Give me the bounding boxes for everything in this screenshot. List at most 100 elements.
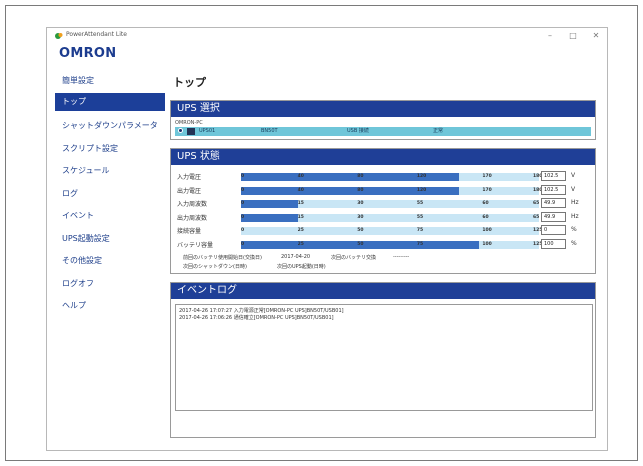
meter-unit: V	[571, 185, 576, 193]
battery-replace-label: 次回のバッテリ交換	[331, 255, 377, 261]
meter-tick: 40	[297, 187, 304, 193]
meter-label: 出力周波数	[177, 214, 208, 222]
battery-replace-value: ---------	[393, 254, 410, 260]
meter-unit: V	[571, 172, 576, 179]
close-button[interactable]: ✕	[590, 30, 602, 41]
sidebar-item-ups-startup[interactable]: UPS起動設定	[55, 228, 165, 251]
sidebar-item-logoff[interactable]: ログオフ	[55, 273, 165, 296]
battery-start-label: 前回のバッテリ使用開始日(交換日)	[183, 255, 262, 261]
meter-fill	[241, 200, 298, 208]
meter-tick: 40	[297, 174, 304, 179]
meter-tick: 30	[357, 201, 364, 206]
app-window: PowerAttendant Lite – □ ✕ OMRON 簡単設定 トップ…	[46, 27, 608, 451]
meter-tick: 50	[357, 228, 364, 233]
meter-tick: 0	[241, 241, 245, 247]
meter-tick: 25	[297, 228, 304, 233]
meter-tick: 0	[241, 214, 245, 220]
ups-connection: USB 接続	[347, 128, 369, 134]
ups-model: BN50T	[261, 128, 278, 134]
meter-row: 出力電圧 0 40 80 120 170 180 102.5 V	[177, 184, 591, 196]
meter-tick: 120	[416, 187, 427, 193]
meter-bar: 0 15 30 55 60 65	[241, 213, 540, 222]
maximize-button[interactable]: □	[567, 30, 579, 41]
meter-unit: %	[571, 239, 577, 247]
meter-label: 入力周波数	[177, 201, 208, 208]
meter-tick: 50	[357, 241, 364, 247]
meter-label: バッテリ容量	[177, 241, 214, 249]
ups-status-header: UPS 状態	[171, 149, 595, 165]
meter-tick: 55	[416, 201, 424, 206]
meter-unit: Hz	[571, 212, 579, 220]
meter-label: 入力電圧	[177, 174, 202, 181]
meter-tick: 170	[482, 174, 492, 179]
meter-fill	[241, 213, 298, 222]
next-startup-label: 次回のUPS起動(日時)	[277, 264, 326, 270]
sidebar-item-other-settings[interactable]: その他設定	[55, 250, 165, 273]
meter-row: 入力周波数 0 15 30 55 60 65 49.9 Hz	[177, 198, 591, 209]
ups-device-icon	[187, 128, 195, 135]
meter-row: バッテリ容量 0 25 50 75 100 125 100%	[177, 238, 591, 250]
meter-tick: 100	[482, 241, 492, 247]
ups-state: 正常	[433, 128, 444, 134]
ups-host-name: OMRON-PC	[175, 120, 203, 126]
next-shutdown-label: 次回のシャットダウン(日時)	[183, 264, 247, 270]
ups-status-panel: UPS 状態 入力電圧 0 40 80 120 170 180 102.5 V 出力電圧 0 40 80…	[170, 148, 596, 274]
meter-tick: 55	[416, 214, 424, 220]
meter-row: 接続容量 0 25 50 75 100 125 0%	[177, 225, 591, 236]
meter-value-field: 0	[541, 225, 566, 235]
meter-bar: 0 25 50 75 100 125	[241, 227, 542, 235]
meter-bar: 0 40 80 120 170 180	[241, 186, 542, 195]
ups-select-row[interactable]: UPS01 BN50T USB 接続 正常	[175, 127, 591, 136]
meter-bar: 0 40 80 120 170 180	[241, 173, 542, 181]
meter-tick: 60	[482, 201, 489, 206]
sidebar-item-script-settings[interactable]: スクリプト設定	[55, 138, 165, 161]
sidebar: 簡単設定 トップ シャットダウンパラメータ スクリプト設定 スケジュール ログ …	[55, 70, 165, 318]
meter-tick: 65	[533, 214, 540, 220]
meter-value-field: 49.9	[541, 211, 566, 222]
app-title: PowerAttendant Lite	[66, 31, 127, 38]
sidebar-item-shutdown-params[interactable]: シャットダウンパラメータ	[55, 115, 165, 138]
meter-label: 接続容量	[177, 228, 202, 235]
event-log-panel: イベントログ 2017-04-26 17:07:27 入力電源正常[OMRON-…	[170, 282, 596, 438]
ups-select-header: UPS 選択	[171, 101, 595, 117]
battery-start-date: 2017-04-20	[281, 254, 311, 260]
meter-tick: 65	[533, 201, 540, 206]
app-logo-icon	[55, 33, 63, 39]
meter-value-field: 100	[541, 238, 566, 249]
meter-tick: 60	[482, 214, 489, 220]
ups-radio-button[interactable]	[178, 128, 183, 133]
sidebar-item-top[interactable]: トップ	[55, 92, 165, 111]
meter-value-field: 102.5	[541, 184, 566, 195]
meter-tick: 25	[297, 241, 304, 247]
meter-tick: 120	[416, 174, 427, 179]
page-title: トップ	[173, 76, 206, 89]
meter-tick: 100	[482, 228, 492, 233]
meter-tick: 0	[241, 174, 245, 179]
minimize-button[interactable]: –	[544, 30, 556, 41]
sidebar-item-help[interactable]: ヘルプ	[55, 295, 165, 318]
ups-name: UPS01	[199, 128, 216, 134]
sidebar-item-log[interactable]: ログ	[55, 183, 165, 206]
meter-tick: 0	[241, 228, 245, 233]
event-log-list[interactable]: 2017-04-26 17:07:27 入力電源正常[OMRON-PC UPS]…	[175, 304, 593, 411]
meter-unit: Hz	[571, 199, 579, 206]
meter-tick: 0	[241, 201, 245, 206]
meter-tick: 80	[357, 187, 364, 193]
sidebar-item-easy-setup[interactable]: 簡単設定	[55, 70, 165, 93]
sidebar-item-event[interactable]: イベント	[55, 205, 165, 228]
meter-row: 出力周波数 0 15 30 55 60 65 49.9 Hz	[177, 211, 591, 223]
meter-tick: 75	[416, 228, 424, 233]
meter-tick: 170	[482, 187, 492, 193]
meter-row: 入力電圧 0 40 80 120 170 180 102.5 V	[177, 171, 591, 182]
screenshot-frame: PowerAttendant Lite – □ ✕ OMRON 簡単設定 トップ…	[5, 5, 638, 461]
meter-label: 出力電圧	[177, 187, 202, 195]
meter-tick: 80	[357, 174, 364, 179]
log-entry: 2017-04-26 17:07:27 入力電源正常[OMRON-PC UPS]…	[179, 308, 344, 314]
meter-bar: 0 25 50 75 100 125	[241, 240, 542, 249]
meter-bar: 0 15 30 55 60 65	[241, 200, 539, 208]
sidebar-item-schedule[interactable]: スケジュール	[55, 160, 165, 183]
event-log-header: イベントログ	[171, 283, 595, 299]
meter-tick: 15	[297, 201, 304, 206]
log-entry: 2017-04-26 17:06:26 通信確立[OMRON-PC UPS]BN…	[179, 315, 334, 321]
meter-tick: 15	[297, 214, 304, 220]
